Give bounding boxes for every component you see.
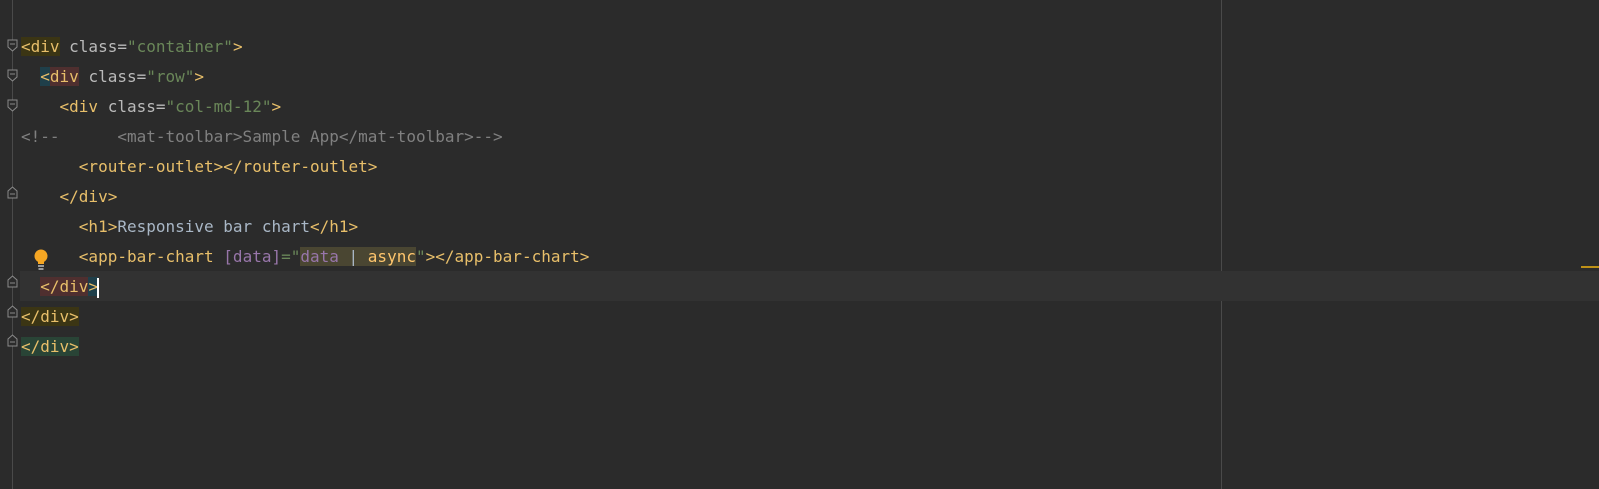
tag-close: </div>: [59, 187, 118, 206]
code-line[interactable]: <router-outlet></router-outlet>: [21, 152, 589, 182]
expr-pipe: |: [338, 247, 368, 266]
attr-quote: ": [415, 247, 426, 266]
h1-text: Responsive bar chart: [117, 217, 310, 236]
fold-close-icon[interactable]: [7, 186, 18, 199]
attr-value: "container": [126, 37, 233, 56]
app-bar-chart-open-tag: <app-bar-chart: [78, 247, 224, 266]
tag-open: <div: [21, 37, 60, 56]
code-line[interactable]: <!-- <mat-toolbar>Sample App</mat-toolba…: [21, 122, 589, 152]
h1-close-tag: </h1>: [309, 217, 359, 236]
binding-expression: data | async: [300, 247, 416, 266]
code-line[interactable]: <div class="row">: [21, 62, 589, 92]
attr-quote: =": [281, 247, 301, 266]
fold-close-icon[interactable]: [7, 275, 18, 288]
code-line[interactable]: <app-bar-chart [data]="data | async"></a…: [21, 242, 589, 272]
tag-open: <div: [40, 67, 79, 86]
fold-open-icon[interactable]: [7, 99, 18, 112]
tag-name-highlight: div: [49, 67, 79, 86]
text-caret: [97, 277, 100, 298]
expr-async: async: [367, 247, 416, 266]
app-bar-chart-close-tag: ></app-bar-chart>: [425, 247, 590, 266]
attr-name: class=: [78, 67, 147, 86]
html-comment: <!-- <mat-toolbar>Sample App</mat-toolba…: [21, 127, 503, 146]
attr-name: class=: [59, 37, 127, 56]
code-line[interactable]: </div>: [21, 332, 589, 362]
right-margin-guide: [1221, 0, 1222, 489]
tag-close: </div>: [21, 337, 79, 356]
tag-bracket: >: [271, 97, 282, 116]
fold-close-icon[interactable]: [7, 305, 18, 318]
tag-close: </div: [40, 277, 89, 296]
attr-value: "row": [146, 67, 195, 86]
tag-open: <div: [59, 97, 99, 116]
code-line[interactable]: <div class="col-md-12">: [21, 92, 589, 122]
router-outlet-tag: <router-outlet></router-outlet>: [78, 157, 378, 176]
warning-stripe-marker[interactable]: [1581, 266, 1599, 268]
attr-value: "col-md-12": [165, 97, 272, 116]
fold-open-icon[interactable]: [7, 39, 18, 52]
expr-data: data: [300, 247, 339, 266]
tag-close: </div>: [21, 307, 79, 326]
h1-open-tag: <h1>: [78, 217, 118, 236]
code-lines[interactable]: <div class="container"> <div class="row"…: [21, 32, 589, 362]
angular-binding-attr: [data]: [223, 247, 282, 266]
code-line[interactable]: </div>: [21, 182, 589, 212]
code-editor[interactable]: <div class="container"> <div class="row"…: [0, 0, 1599, 489]
fold-open-icon[interactable]: [7, 69, 18, 82]
tag-bracket: >: [194, 67, 205, 86]
tag-bracket: >: [232, 37, 243, 56]
code-line[interactable]: <div class="container">: [21, 32, 589, 62]
code-line-current[interactable]: </div>: [21, 272, 589, 302]
code-line[interactable]: <h1>Responsive bar chart</h1>: [21, 212, 589, 242]
attr-name: class=: [98, 97, 166, 116]
fold-close-icon[interactable]: [7, 334, 18, 347]
code-line[interactable]: </div>: [21, 302, 589, 332]
